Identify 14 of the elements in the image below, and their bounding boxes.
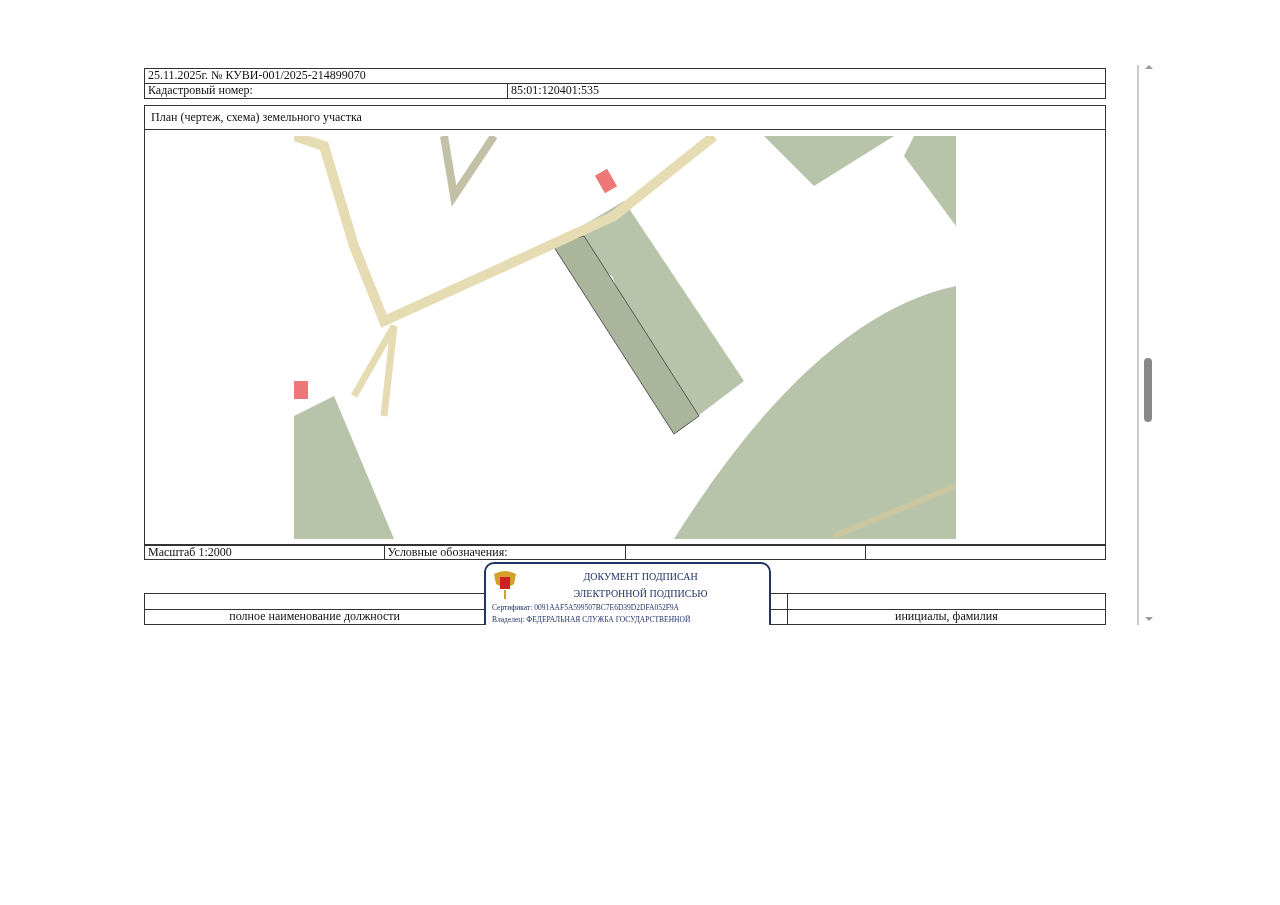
table-cell: Условные обозначения:	[383, 546, 625, 560]
scroll-up-icon[interactable]	[1145, 65, 1153, 69]
section-title: План (чертеж, схема) земельного участка	[145, 105, 1105, 131]
table-cell-text: Масштаб 1:2000	[147, 546, 233, 560]
field-value: 85:01:120401:535	[507, 83, 1105, 98]
stamp-text: ДОКУМЕНТ ПОДПИСАН	[582, 570, 699, 584]
table-cell-text: полное наименование должности	[228, 610, 401, 625]
stamp-text: ЭЛЕКТРОННОЙ ПОДПИСЬЮ	[572, 587, 709, 601]
emblem-icon	[492, 568, 518, 600]
scroll-thumb[interactable]	[1144, 358, 1152, 422]
scroll-down-icon[interactable]	[1145, 617, 1153, 621]
field-label: Кадастровый номер:	[147, 83, 254, 98]
header-text: 25.11.2025г. № КУВИ-001/2025-214899070	[147, 69, 367, 83]
table-cell: инициалы, фамилия	[786, 610, 1105, 625]
